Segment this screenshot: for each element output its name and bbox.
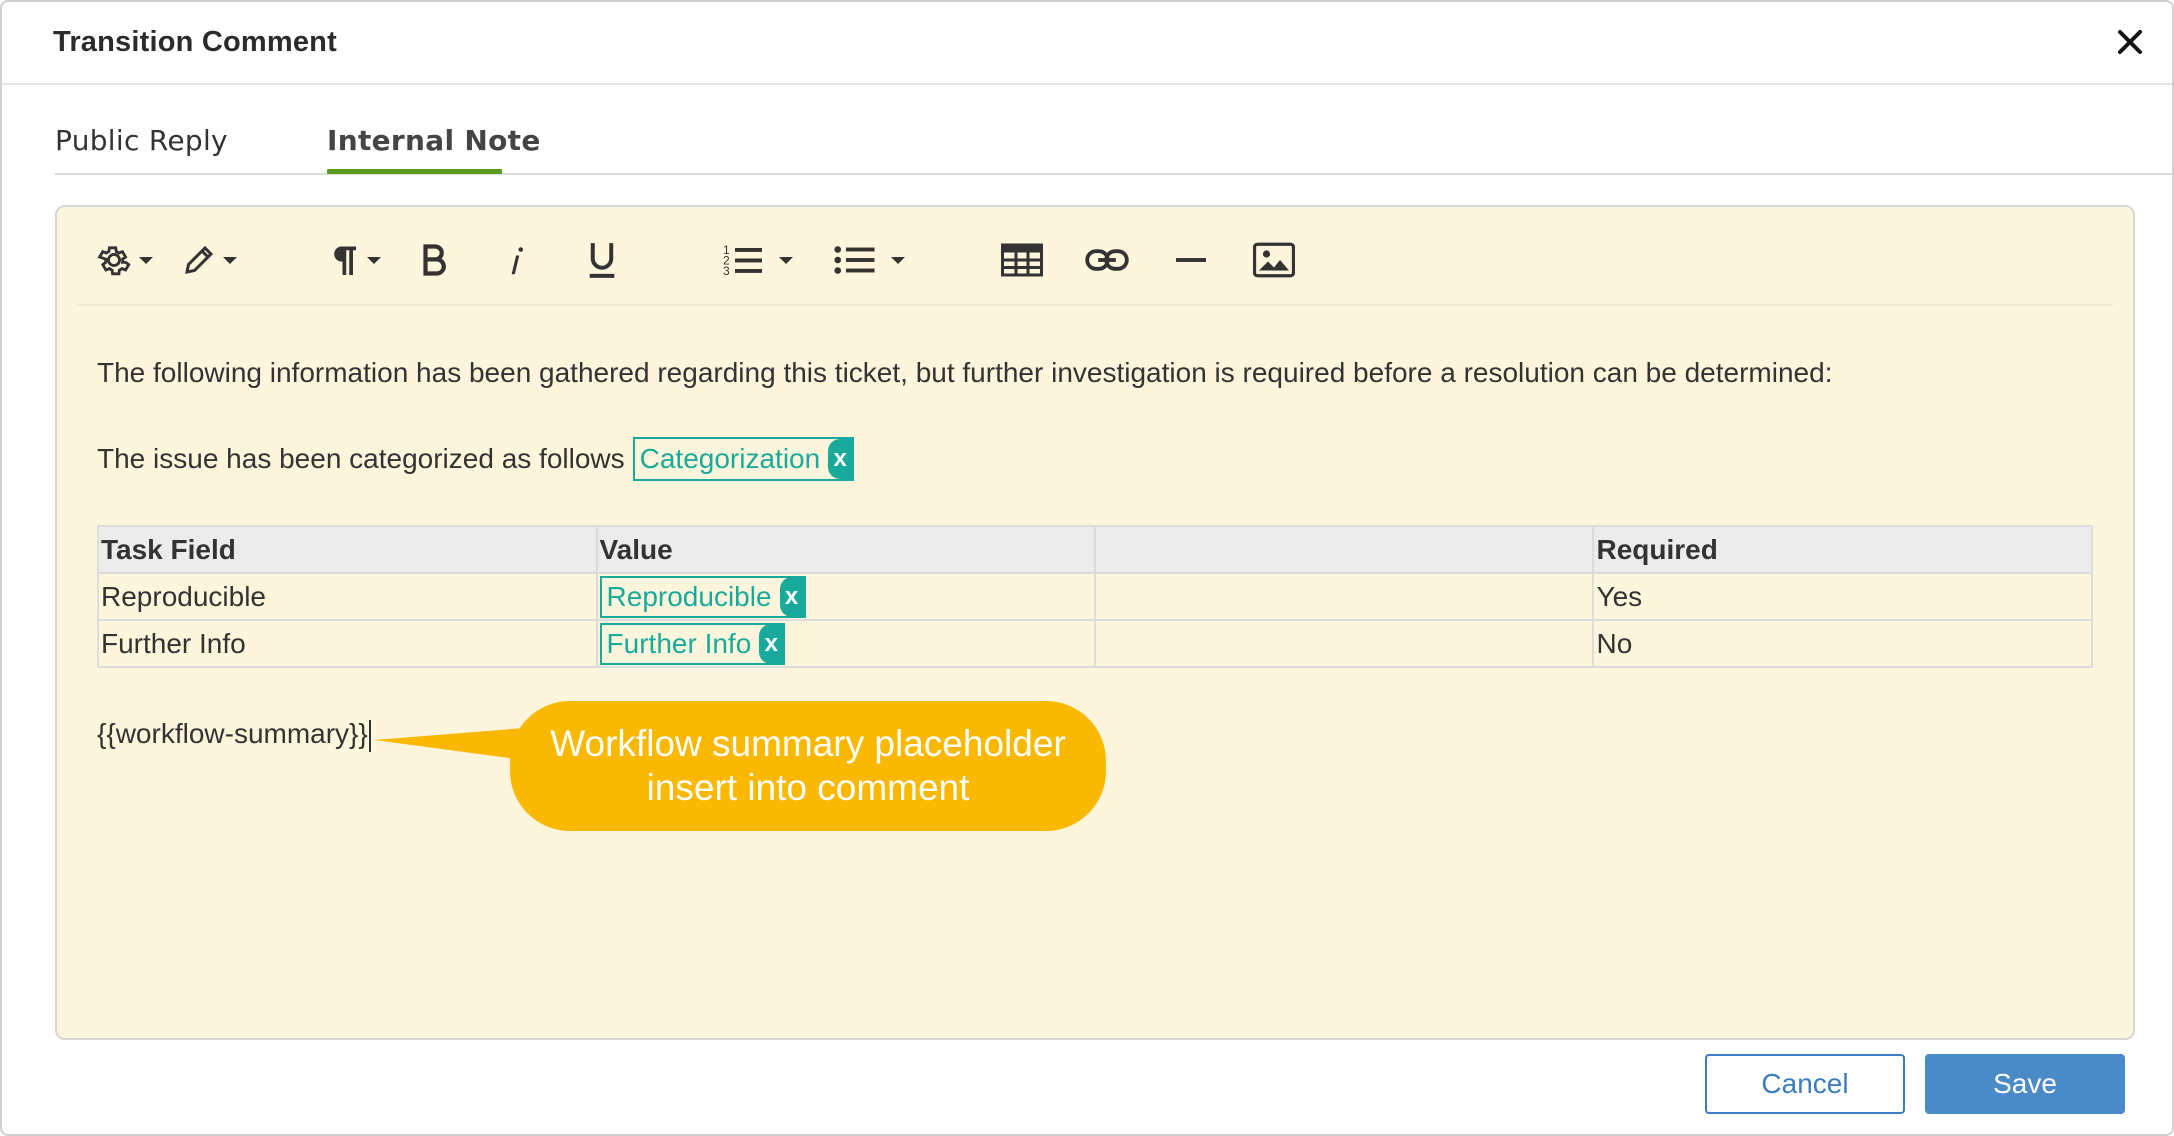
table-header-row: Task Field Value Required <box>97 525 2093 574</box>
intro-text: The following information has been gathe… <box>97 357 1833 388</box>
dialog-title: Transition Comment <box>53 26 337 58</box>
pencil-icon <box>181 242 217 278</box>
token-label: Categorization <box>639 443 821 474</box>
close-icon[interactable] <box>2110 22 2150 62</box>
column-header: Task Field <box>97 525 598 574</box>
chevron-down-icon <box>223 256 237 264</box>
insert-link-button[interactable] <box>1085 235 1129 285</box>
column-header <box>1094 525 1595 574</box>
tab-public-reply[interactable]: Public Reply <box>55 124 228 157</box>
cancel-button[interactable]: Cancel <box>1705 1054 1905 1114</box>
editor-toolbar: 123 <box>57 207 2133 307</box>
underline-icon <box>585 240 619 280</box>
edit-dropdown[interactable] <box>181 235 237 285</box>
numbered-list-dropdown[interactable]: 123 <box>723 235 793 285</box>
value-cell: Further Info x <box>595 619 1097 668</box>
categorization-token[interactable]: Categorization x <box>632 437 855 481</box>
table-row: Further Info Further Info x No <box>97 619 2093 668</box>
underline-button[interactable] <box>585 235 619 285</box>
bold-button[interactable] <box>417 235 449 285</box>
value-cell: Reproducible x <box>595 572 1097 621</box>
horizontal-rule-icon <box>1175 245 1207 275</box>
task-fields-table: Task Field Value Required Reproducible R… <box>97 525 2093 668</box>
remove-token-button[interactable]: x <box>759 623 784 664</box>
save-button[interactable]: Save <box>1925 1054 2125 1114</box>
annotation-callout: Workflow summary placeholder insert into… <box>510 701 1106 831</box>
link-icon <box>1085 245 1129 275</box>
remove-token-button[interactable]: x <box>828 439 853 479</box>
chevron-down-icon <box>891 256 905 264</box>
empty-cell <box>1094 619 1595 668</box>
field-cell: Reproducible <box>97 572 598 621</box>
callout-line-2: insert into comment <box>646 767 970 808</box>
token-label: Reproducible <box>606 580 772 612</box>
chevron-down-icon <box>139 256 153 264</box>
token-label: Further Info <box>606 627 752 659</box>
table-row: Reproducible Reproducible x Yes <box>97 572 2093 621</box>
image-icon <box>1253 242 1295 278</box>
bullet-list-icon <box>833 242 877 278</box>
table-icon <box>1001 243 1043 277</box>
transition-comment-dialog: Transition Comment Public Reply Internal… <box>0 0 2174 1136</box>
comment-tabs: Public Reply Internal Note <box>55 114 2172 175</box>
svg-text:3: 3 <box>723 264 730 278</box>
bold-icon <box>417 242 449 278</box>
bullet-list-dropdown[interactable] <box>833 235 905 285</box>
callout-line-1: Workflow summary placeholder <box>550 723 1066 764</box>
field-cell: Further Info <box>97 619 598 668</box>
italic-icon <box>503 242 531 278</box>
required-cell: Yes <box>1592 572 2093 621</box>
insert-table-button[interactable] <box>1001 235 1043 285</box>
rich-text-editor[interactable]: 123 The following information has been g… <box>55 205 2135 1040</box>
dialog-header: Transition Comment <box>2 2 2172 85</box>
column-header: Value <box>595 525 1097 574</box>
remove-token-button[interactable]: x <box>779 576 804 617</box>
category-line: The issue has been categorized as follow… <box>97 437 855 481</box>
required-cell: No <box>1592 619 2093 668</box>
text-cursor <box>368 719 371 752</box>
placeholder-text: {{workflow-summary}} <box>97 718 368 749</box>
chevron-down-icon <box>367 256 381 264</box>
category-prefix: The issue has been categorized as follow… <box>97 443 625 474</box>
active-tab-indicator <box>327 169 502 174</box>
chevron-down-icon <box>779 256 793 264</box>
further-info-token[interactable]: Further Info x <box>599 622 786 665</box>
empty-cell <box>1094 572 1595 621</box>
toolbar-divider <box>77 304 2113 306</box>
workflow-summary-placeholder: {{workflow-summary}} <box>97 718 371 752</box>
insert-image-button[interactable] <box>1253 235 1295 285</box>
gear-icon <box>95 241 133 279</box>
paragraph-dropdown[interactable] <box>327 235 381 285</box>
tab-internal-note[interactable]: Internal Note <box>327 124 541 157</box>
paragraph-icon <box>327 242 361 278</box>
settings-dropdown[interactable] <box>95 235 153 285</box>
horizontal-rule-button[interactable] <box>1175 235 1207 285</box>
numbered-list-icon: 123 <box>723 242 765 278</box>
reproducible-token[interactable]: Reproducible x <box>599 575 806 618</box>
italic-button[interactable] <box>503 235 531 285</box>
column-header: Required <box>1592 525 2093 574</box>
